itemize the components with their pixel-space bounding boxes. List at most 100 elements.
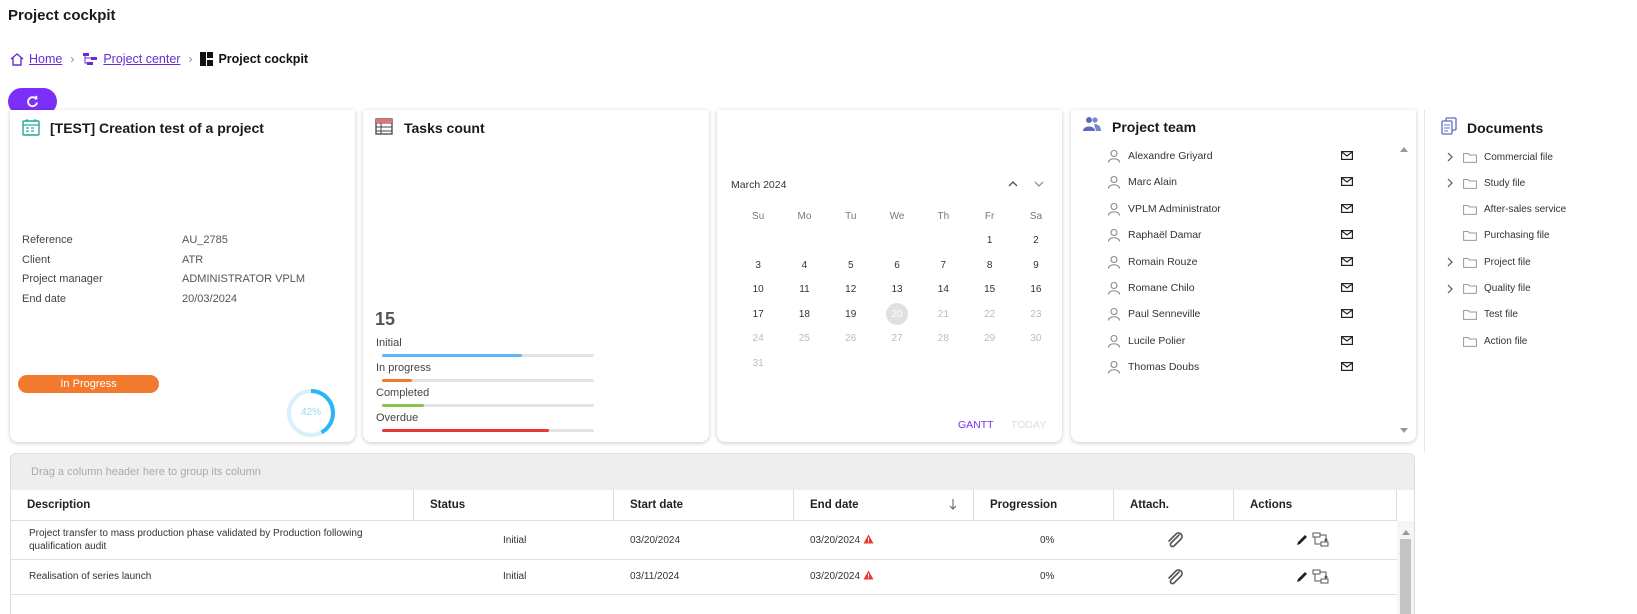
calendar-day[interactable]: 15: [966, 278, 1012, 303]
breadcrumb: Home › Project center › Project cockpit: [10, 52, 308, 66]
calendar-day[interactable]: 24: [735, 327, 781, 352]
calendar-day[interactable]: 22: [966, 302, 1012, 327]
chevron-right-icon[interactable]: [1445, 152, 1455, 162]
breadcrumb-project-center-link[interactable]: Project center: [103, 52, 180, 66]
column-header-description[interactable]: Description: [11, 490, 414, 521]
calendar-day[interactable]: 8: [966, 253, 1012, 278]
gantt-button[interactable]: GANTT: [958, 419, 994, 431]
calendar-day[interactable]: 17: [735, 302, 781, 327]
calendar-day[interactable]: 31: [735, 351, 781, 376]
project-title: [TEST] Creation test of a project: [50, 120, 264, 136]
mail-icon[interactable]: [1341, 335, 1354, 348]
table-row[interactable]: Project transfer to mass production phas…: [11, 521, 1397, 559]
workflow-icon[interactable]: [1312, 569, 1330, 585]
calendar-day[interactable]: 11: [781, 278, 827, 303]
calendar-day[interactable]: 13: [874, 278, 920, 303]
selected-day[interactable]: 20: [886, 303, 909, 326]
document-folder[interactable]: Project file: [1445, 249, 1531, 275]
team-member-name: Romane Chilo: [1128, 282, 1195, 294]
document-folder[interactable]: Action file: [1445, 328, 1527, 354]
scroll-down-icon[interactable]: [1400, 428, 1408, 434]
calendar-grid: Su Mo Tu We Th Fr Sa 1 2 3 4 5 6 7 8 9 10 11 12 13 14 15 16 17 1…: [735, 204, 1059, 376]
chevron-down-icon[interactable]: [1033, 179, 1045, 189]
calendar-day[interactable]: 2: [1013, 229, 1059, 254]
column-header-label: Start date: [630, 499, 684, 511]
progress-percent: 42%: [300, 407, 321, 418]
calendar-day[interactable]: 4: [781, 253, 827, 278]
scroll-up-icon[interactable]: [1402, 529, 1410, 535]
column-header-label: Progression: [990, 499, 1058, 511]
document-folder[interactable]: Test file: [1445, 302, 1518, 328]
calendar-day[interactable]: 10: [735, 278, 781, 303]
calendar-day[interactable]: 7: [920, 253, 966, 278]
calendar-day[interactable]: 20: [874, 302, 920, 327]
chevron-right-icon[interactable]: [1445, 284, 1455, 294]
mail-icon[interactable]: [1341, 309, 1354, 321]
calendar-day[interactable]: 12: [828, 278, 874, 303]
column-header-attach[interactable]: Attach.: [1114, 490, 1234, 521]
paperclip-icon[interactable]: [1166, 532, 1184, 548]
chevron-up-icon[interactable]: [1007, 179, 1019, 189]
mail-icon[interactable]: [1341, 203, 1354, 216]
start-date-cell: 03/11/2024: [630, 559, 780, 594]
edit-icon[interactable]: [1295, 533, 1309, 547]
calendar-day[interactable]: 19: [828, 302, 874, 327]
calendar-day[interactable]: 3: [735, 253, 781, 278]
scroll-up-icon[interactable]: [1400, 146, 1408, 152]
calendar-day[interactable]: 23: [1013, 302, 1059, 327]
calendar-day[interactable]: 1: [966, 229, 1012, 254]
document-folder[interactable]: Commercial file: [1445, 144, 1553, 170]
table-row[interactable]: Realisation of series launch Initial 03/11…: [11, 559, 1397, 594]
calendar-day[interactable]: 29: [966, 327, 1012, 352]
progression-cell-text: 0%: [1040, 571, 1055, 582]
weekday-header: Th: [937, 210, 950, 222]
edit-icon[interactable]: [1295, 570, 1309, 584]
document-folder[interactable]: Study file: [1445, 170, 1525, 196]
scroll-thumb[interactable]: [1400, 539, 1411, 614]
calendar-day[interactable]: 28: [920, 327, 966, 352]
paperclip-icon[interactable]: [1166, 568, 1184, 585]
calendar-day[interactable]: 25: [781, 327, 827, 352]
calendar-day[interactable]: 21: [920, 302, 966, 327]
calendar-day[interactable]: 16: [1013, 278, 1059, 303]
document-folder[interactable]: After-sales service: [1445, 197, 1566, 223]
today-button[interactable]: TODAY: [1011, 419, 1046, 431]
end-date-value: 20/03/2024: [182, 293, 238, 305]
calendar-day[interactable]: 27: [874, 327, 920, 352]
mail-icon[interactable]: [1341, 362, 1354, 374]
document-folder[interactable]: Quality file: [1445, 276, 1531, 302]
mail-icon[interactable]: [1341, 256, 1354, 269]
breadcrumb-home-link[interactable]: Home: [29, 52, 62, 66]
user-icon: [1107, 308, 1121, 322]
team-member-row: Marc Alain: [1107, 169, 1407, 195]
calendar-day[interactable]: 5: [828, 253, 874, 278]
workflow-icon[interactable]: [1312, 532, 1330, 548]
chevron-right-icon[interactable]: [1445, 178, 1455, 188]
calendar-day[interactable]: 18: [781, 302, 827, 327]
document-folder[interactable]: Purchasing file: [1445, 223, 1550, 249]
mail-icon[interactable]: [1341, 151, 1354, 163]
calendar-day[interactable]: 6: [874, 253, 920, 278]
group-by-bar[interactable]: Drag a column header here to group its c…: [11, 454, 1414, 490]
grid-scrollbar[interactable]: [1397, 521, 1414, 614]
mail-icon[interactable]: [1341, 177, 1354, 189]
chevron-right-icon[interactable]: [1445, 257, 1455, 267]
description-cell: Project transfer to mass production phas…: [29, 521, 404, 559]
column-header-actions[interactable]: Actions: [1234, 490, 1397, 521]
calendar-day[interactable]: 26: [828, 327, 874, 352]
folder-label: Study file: [1484, 177, 1526, 189]
weekday-header: We: [889, 210, 905, 222]
team-member-row: Thomas Doubs: [1107, 354, 1407, 380]
calendar-day[interactable]: 14: [920, 278, 966, 303]
column-header-status[interactable]: Status: [414, 490, 614, 521]
column-header-startdate[interactable]: Start date: [614, 490, 794, 521]
team-scrollbar[interactable]: [1398, 144, 1410, 436]
arrow-down-icon[interactable]: [949, 499, 957, 513]
calendar-day[interactable]: 9: [1013, 253, 1059, 278]
project-manager-value: ADMINISTRATOR VPLM: [182, 273, 306, 285]
mail-icon[interactable]: [1341, 283, 1354, 295]
mail-icon[interactable]: [1341, 230, 1354, 242]
calendar-day[interactable]: 30: [1013, 327, 1059, 352]
column-header-enddate[interactable]: End date: [794, 490, 974, 521]
column-header-progression[interactable]: Progression: [974, 490, 1114, 521]
